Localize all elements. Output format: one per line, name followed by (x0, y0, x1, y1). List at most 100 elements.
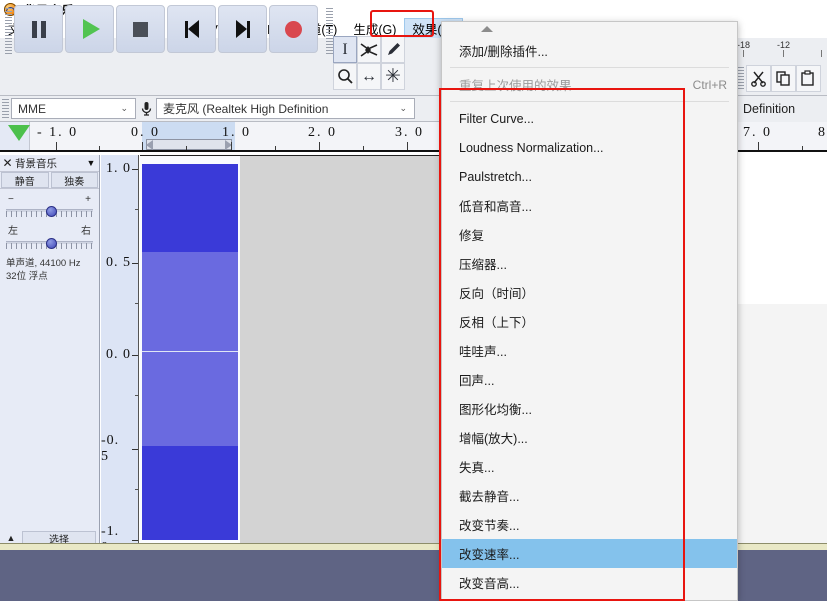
pan-left-label: 左 (8, 226, 18, 237)
edit-toolbar-grip[interactable] (737, 66, 744, 91)
track-format-info: 单声道, 44100 Hz 32位 浮点 (0, 251, 99, 283)
multi-tool[interactable]: ✳ (381, 63, 405, 90)
edit-toolbar (735, 62, 827, 95)
chevron-down-icon: ⌄ (399, 103, 407, 113)
track-buttons: 静音 独奏 (0, 172, 99, 189)
play-icon (83, 19, 100, 39)
paste-icon (801, 70, 814, 86)
ruler-label: 0. 0 (131, 125, 160, 140)
tools-grip[interactable] (326, 8, 333, 54)
menu-item-repeat-last-effect[interactable]: 重复上次使用的效果 Ctrl+R (442, 70, 737, 99)
vruler-label: 0. 0 (106, 347, 131, 362)
menu-item-change-pitch[interactable]: 改变音高... (442, 568, 737, 597)
envelope-tool[interactable] (357, 36, 381, 63)
transport-toolbar (3, 3, 335, 55)
skip-start-button[interactable] (167, 5, 216, 53)
pan-slider[interactable] (6, 237, 93, 251)
skip-to-end-icon (235, 20, 250, 38)
audio-clip[interactable] (140, 156, 240, 546)
timeshift-tool[interactable]: ↔ (357, 63, 381, 90)
playhead-pin-icon[interactable] (8, 125, 30, 141)
solo-button[interactable]: 独奏 (50, 172, 98, 188)
ruler-label: 3. 0 (395, 125, 424, 140)
skip-end-button[interactable] (218, 5, 267, 53)
ruler-label: - 1. 0 (37, 125, 79, 140)
input-device-select[interactable]: 麦克风 (Realtek High Definition ⌄ (156, 98, 415, 119)
chevron-down-icon: ⌄ (120, 103, 128, 113)
pause-button[interactable] (14, 5, 63, 53)
play-button[interactable] (65, 5, 114, 53)
menu-item-loudness-normalization[interactable]: Loudness Normalization... (442, 133, 737, 162)
collapse-icon[interactable]: ▲ (0, 533, 22, 543)
menu-item-truncate-silence[interactable]: 截去静音... (442, 481, 737, 510)
selection-tool[interactable]: I (333, 36, 357, 63)
pan-slider-wrap: 左 右 (0, 219, 99, 251)
track-info-line-1: 单声道, 44100 Hz (6, 258, 81, 269)
draw-tool[interactable] (381, 36, 405, 63)
close-icon[interactable]: ✕ (0, 156, 15, 170)
input-device-value: 麦克风 (Realtek High Definition (163, 102, 329, 116)
menu-item-wahwah[interactable]: 哇哇声... (442, 336, 737, 365)
mute-button[interactable]: 静音 (1, 172, 49, 188)
cut-button[interactable] (746, 65, 771, 92)
tools-toolbar: I ↔ ✳ (333, 36, 405, 94)
ruler-label: 8 (818, 125, 827, 140)
record-button[interactable] (269, 5, 318, 53)
vruler-label: -0. 5 (101, 433, 120, 464)
gain-slider-knob[interactable] (46, 206, 57, 217)
ruler-label: 7. 0 (743, 125, 772, 140)
magnifier-icon (337, 69, 353, 84)
menu-item-change-speed[interactable]: 改变速率... (442, 539, 737, 568)
asterisk-icon: ✳ (385, 66, 401, 87)
menu-item-echo[interactable]: 回声... (442, 365, 737, 394)
track-header: ✕ 背景音乐 ▼ (0, 155, 99, 172)
menu-item-bass-and-treble[interactable]: 低音和高音... (442, 191, 737, 220)
gain-minus-label: − (8, 194, 14, 205)
right-empty-area (738, 304, 827, 550)
menu-item-distortion[interactable]: 失真... (442, 452, 737, 481)
microphone-icon (136, 101, 156, 117)
menu-item-label: 重复上次使用的效果 (459, 79, 572, 93)
chevron-down-icon[interactable]: ▼ (83, 158, 99, 168)
definition-label: Definition (735, 96, 827, 122)
track-name[interactable]: 背景音乐 (15, 156, 83, 171)
menu-item-invert[interactable]: 反相（上下） (442, 307, 737, 336)
menu-item-add-remove-plugins[interactable]: 添加/删除插件... (442, 36, 737, 65)
pan-slider-knob[interactable] (46, 238, 57, 249)
menu-separator (450, 101, 729, 102)
record-icon (285, 20, 302, 38)
audio-host-select[interactable]: MME ⌄ (11, 98, 136, 119)
effects-dropdown-menu: 添加/删除插件... 重复上次使用的效果 Ctrl+R Filter Curve… (441, 21, 738, 601)
scissors-icon (751, 71, 766, 87)
menu-item-graphic-eq[interactable]: 图形化均衡... (442, 394, 737, 423)
vertical-ruler[interactable]: 1. 0 0. 5 0. 0 -0. 5 -1. 0 (101, 155, 139, 550)
menu-scroll-up-button[interactable] (442, 22, 737, 36)
menu-item-paulstretch[interactable]: Paulstretch... (442, 162, 737, 191)
meter-tick-label: -12 (777, 40, 791, 50)
zoom-tool[interactable] (333, 63, 357, 90)
gain-slider[interactable] (6, 205, 93, 219)
menu-item-reverse[interactable]: 反向（时间） (442, 278, 737, 307)
transport-grip[interactable] (5, 8, 12, 54)
menu-item-change-tempo[interactable]: 改变节奏... (442, 510, 737, 539)
menu-item-filter-curve[interactable]: Filter Curve... (442, 104, 737, 133)
skip-to-start-icon (184, 20, 199, 38)
pencil-icon (387, 43, 400, 55)
menu-item-compressor[interactable]: 压缩器... (442, 249, 737, 278)
paste-button[interactable] (796, 65, 821, 92)
audacity-window: 背景音乐 文件(F) 编辑(E) 选择(S) 视图(V) 播录(N) 轨道(T)… (0, 0, 827, 601)
menu-item-repair[interactable]: 修复 (442, 220, 737, 249)
i-beam-icon: I (342, 40, 348, 58)
vruler-label: 0. 5 (106, 255, 131, 270)
menu-item-amplify[interactable]: 增幅(放大)... (442, 423, 737, 452)
vruler-label: 1. 0 (106, 161, 131, 176)
envelope-icon (360, 42, 378, 57)
pause-icon (31, 20, 46, 38)
device-toolbar-grip[interactable] (2, 98, 9, 119)
menu-item-normalize[interactable]: 标准化... (442, 597, 737, 600)
stop-button[interactable] (116, 5, 165, 53)
menu-item-shortcut: Ctrl+R (692, 77, 727, 92)
copy-button[interactable] (771, 65, 796, 92)
pan-right-label: 右 (81, 226, 91, 237)
left-right-arrow-icon: ↔ (361, 67, 377, 85)
